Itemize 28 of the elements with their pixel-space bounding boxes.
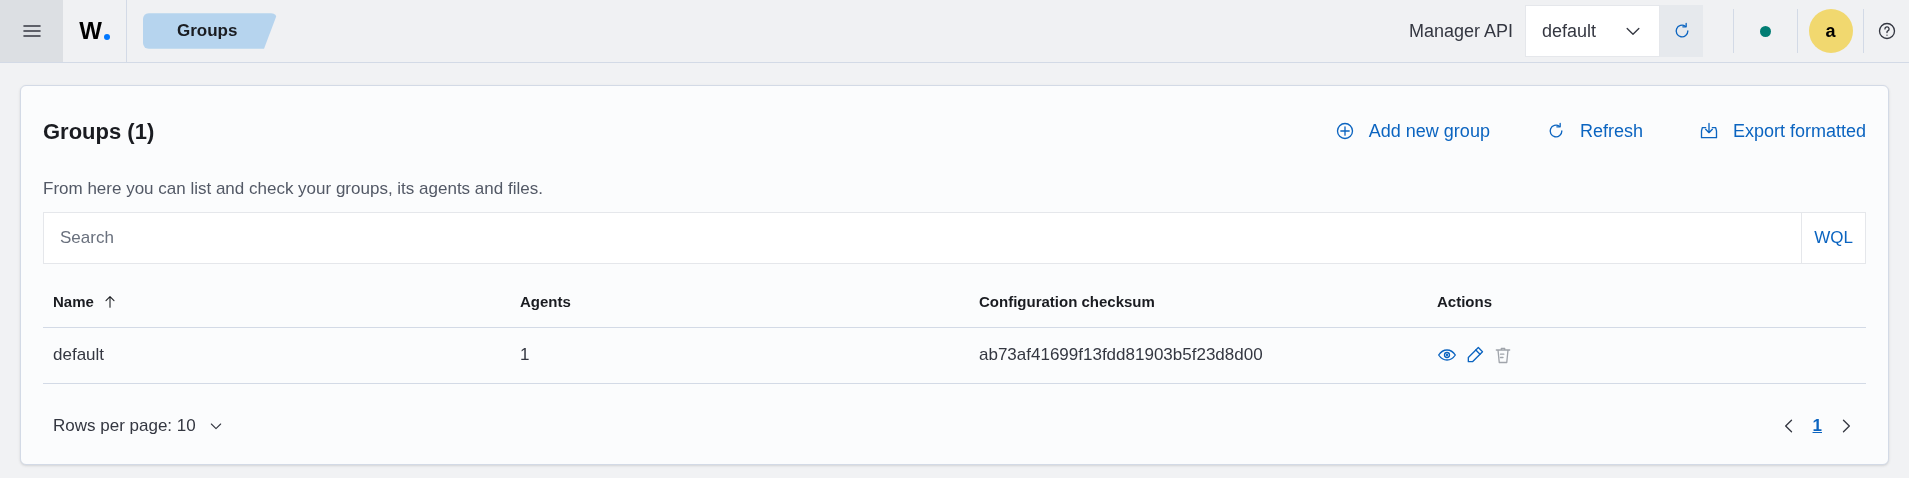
description: From here you can list and check your groups, its agents and files. — [43, 178, 544, 200]
edit-button[interactable] — [1465, 345, 1485, 365]
column-header[interactable]: Name — [53, 290, 94, 314]
page-link[interactable]: 1 — [1812, 412, 1822, 439]
column-header[interactable]: Actions — [1437, 290, 1492, 314]
api-select[interactable]: default — [1525, 5, 1660, 57]
query-language-button[interactable]: WQL — [1801, 212, 1865, 263]
table-cell: ab73af41699f13fdd81903b5f23d8d00 — [979, 345, 1263, 365]
pencil-icon — [1465, 345, 1485, 365]
user-avatar[interactable]: a — [1808, 9, 1853, 53]
export-button[interactable]: Export formatted — [1698, 117, 1866, 145]
refresh-button[interactable]: Refresh — [1545, 117, 1643, 145]
plus-circle-icon — [1334, 121, 1355, 141]
table-cell: default — [53, 345, 105, 365]
search-field[interactable]: Search WQL — [43, 211, 1866, 264]
column-header[interactable]: Configuration checksum — [979, 290, 1155, 314]
panel-title: Groups (1) — [43, 117, 155, 146]
download-tray-icon — [1698, 121, 1719, 141]
trash-icon — [1493, 345, 1513, 365]
logo[interactable]: W — [79, 13, 102, 49]
table-cell: 1 — [520, 345, 530, 365]
api-label: Manager API — [1408, 19, 1513, 43]
menu-button[interactable] — [0, 0, 63, 62]
help-icon — [1876, 21, 1897, 41]
rows-per-page-select[interactable]: Rows per page: 10 — [53, 412, 224, 439]
column-header[interactable]: Agents — [520, 290, 571, 314]
breadcrumb[interactable]: Groups — [143, 13, 278, 49]
add-button[interactable]: Add new group — [1334, 117, 1490, 145]
